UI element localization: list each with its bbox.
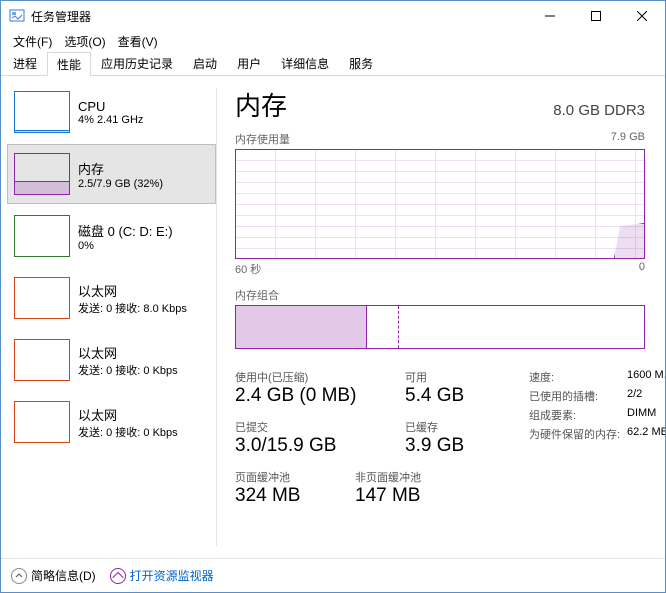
sidebar-item-ethernet-1[interactable]: 以太网发送: 0 接收: 8.0 Kbps	[7, 268, 216, 328]
nav-disk-sub: 0%	[78, 240, 173, 252]
available-label: 可用	[405, 369, 515, 385]
nav-eth2-sub: 发送: 0 接收: 0 Kbps	[78, 362, 178, 378]
tab-apphistory[interactable]: 应用历史记录	[91, 51, 183, 75]
sidebar: CPU4% 2.41 GHz 内存2.5/7.9 GB (32%) 磁盘 0 (…	[1, 76, 216, 558]
hwreserved-key: 为硬件保留的内存:	[529, 426, 627, 442]
speed-val: 1600 M...	[627, 369, 665, 385]
nonpaged-value: 147 MB	[355, 485, 465, 507]
slots-key: 已使用的插槽:	[529, 388, 627, 404]
cpu-mini-chart	[14, 91, 70, 133]
tab-performance[interactable]: 性能	[47, 52, 91, 76]
nonpaged-label: 非页面缓冲池	[355, 469, 465, 485]
nav-disk-title: 磁盘 0 (C: D: E:)	[78, 221, 173, 240]
ethernet-mini-chart	[14, 401, 70, 443]
memory-mini-chart	[14, 153, 70, 195]
cached-value: 3.9 GB	[405, 435, 515, 457]
slots-val: 2/2	[627, 388, 642, 404]
sidebar-item-ethernet-3[interactable]: 以太网发送: 0 接收: 0 Kbps	[7, 392, 216, 452]
inuse-label: 使用中(已压缩)	[235, 369, 385, 385]
disk-mini-chart	[14, 215, 70, 257]
resource-monitor-label: 打开资源监视器	[130, 567, 214, 584]
fewer-details-label: 简略信息(D)	[31, 567, 96, 584]
menu-options[interactable]: 选项(O)	[58, 31, 111, 52]
menu-view[interactable]: 查看(V)	[112, 31, 164, 52]
tab-services[interactable]: 服务	[339, 51, 383, 75]
nav-eth3-title: 以太网	[78, 405, 178, 424]
resource-monitor-icon	[110, 568, 126, 584]
comp-label: 内存组合	[235, 287, 279, 303]
committed-label: 已提交	[235, 419, 385, 435]
memory-composition-chart[interactable]	[235, 305, 645, 349]
cached-label: 已缓存	[405, 419, 515, 435]
speed-key: 速度:	[529, 369, 627, 385]
nav-mem-title: 内存	[78, 159, 163, 178]
nav-eth2-title: 以太网	[78, 343, 178, 362]
paged-value: 324 MB	[235, 485, 335, 507]
fewer-details-link[interactable]: 简略信息(D)	[11, 567, 96, 584]
menubar: 文件(F) 选项(O) 查看(V)	[1, 31, 665, 52]
tab-processes[interactable]: 进程	[3, 51, 47, 75]
minimize-button[interactable]	[527, 1, 573, 31]
nav-eth3-sub: 发送: 0 接收: 0 Kbps	[78, 424, 178, 440]
detail-pane: 内存 8.0 GB DDR3 内存使用量 7.9 GB 60 秒 0 内存组合 …	[217, 76, 665, 558]
available-value: 5.4 GB	[405, 385, 515, 407]
tab-startup[interactable]: 启动	[183, 51, 227, 75]
sidebar-item-memory[interactable]: 内存2.5/7.9 GB (32%)	[7, 144, 216, 204]
hwreserved-val: 62.2 MB	[627, 426, 665, 442]
nav-cpu-sub: 4% 2.41 GHz	[78, 114, 143, 126]
ethernet-mini-chart	[14, 277, 70, 319]
sidebar-item-disk[interactable]: 磁盘 0 (C: D: E:)0%	[7, 206, 216, 266]
form-key: 组成要素:	[529, 407, 627, 423]
sidebar-item-cpu[interactable]: CPU4% 2.41 GHz	[7, 82, 216, 142]
close-button[interactable]	[619, 1, 665, 31]
form-val: DIMM	[627, 407, 656, 423]
committed-value: 3.0/15.9 GB	[235, 435, 385, 457]
detail-spec: 8.0 GB DDR3	[553, 102, 645, 119]
nav-eth1-sub: 发送: 0 接收: 8.0 Kbps	[78, 300, 187, 316]
inuse-value: 2.4 GB (0 MB)	[235, 385, 385, 407]
sidebar-item-ethernet-2[interactable]: 以太网发送: 0 接收: 0 Kbps	[7, 330, 216, 390]
ethernet-mini-chart	[14, 339, 70, 381]
footer: 简略信息(D) 打开资源监视器	[1, 558, 665, 592]
nav-eth1-title: 以太网	[78, 281, 187, 300]
resource-monitor-link[interactable]: 打开资源监视器	[110, 567, 214, 584]
usage-max: 7.9 GB	[611, 131, 645, 147]
window-title: 任务管理器	[31, 8, 527, 25]
titlebar: 任务管理器	[1, 1, 665, 31]
axis-right: 0	[639, 261, 645, 277]
memory-usage-chart[interactable]	[235, 149, 645, 259]
paged-label: 页面缓冲池	[235, 469, 335, 485]
tab-users[interactable]: 用户	[227, 51, 271, 75]
nav-cpu-title: CPU	[78, 99, 143, 114]
chevron-up-icon	[11, 568, 27, 584]
maximize-button[interactable]	[573, 1, 619, 31]
app-icon	[9, 8, 25, 24]
usage-label: 内存使用量	[235, 131, 290, 147]
nav-mem-sub: 2.5/7.9 GB (32%)	[78, 178, 163, 190]
axis-left: 60 秒	[235, 261, 261, 277]
menu-file[interactable]: 文件(F)	[7, 31, 58, 52]
tab-details[interactable]: 详细信息	[271, 51, 339, 75]
tabs: 进程 性能 应用历史记录 启动 用户 详细信息 服务	[1, 52, 665, 76]
detail-title: 内存	[235, 86, 287, 123]
